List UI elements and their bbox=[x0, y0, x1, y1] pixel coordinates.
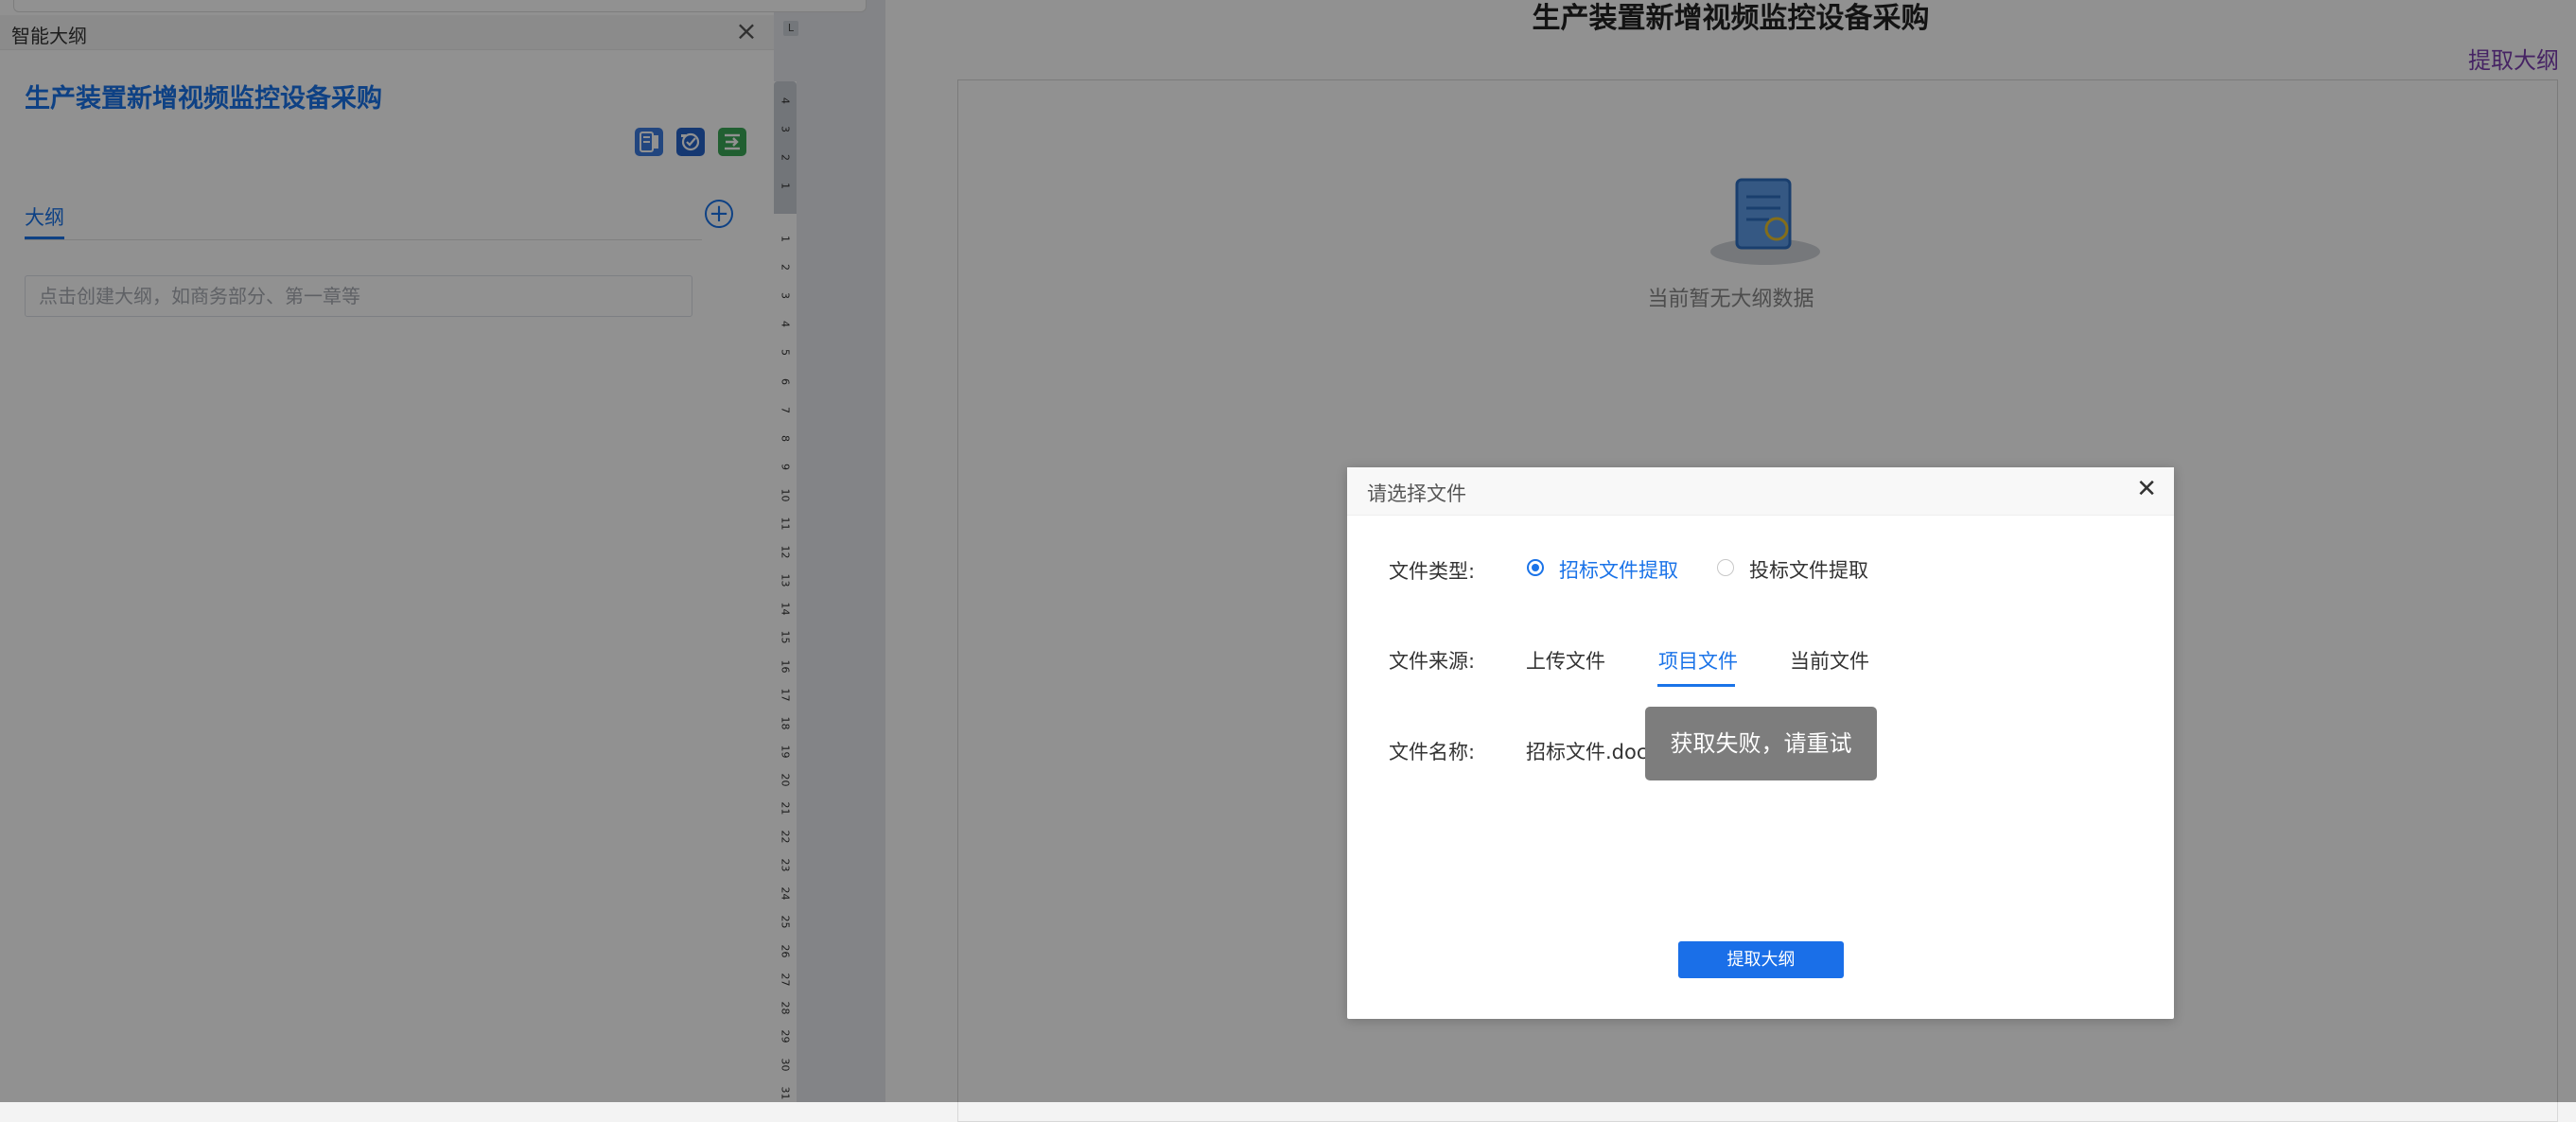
radio-bid-extract-label[interactable]: 投标文件提取 bbox=[1749, 555, 1868, 584]
tab-project-file[interactable]: 项目文件 bbox=[1658, 646, 1738, 675]
tab-upload-file[interactable]: 上传文件 bbox=[1526, 646, 1605, 675]
radio-tender-extract-label[interactable]: 招标文件提取 bbox=[1559, 555, 1678, 584]
extract-outline-button[interactable]: 提取大纲 bbox=[1678, 941, 1844, 978]
file-name-label: 文件名称: bbox=[1389, 741, 1476, 763]
tab-active-indicator bbox=[1657, 684, 1735, 687]
file-source-label: 文件来源: bbox=[1389, 650, 1476, 673]
error-toast: 获取失败，请重试 bbox=[1645, 707, 1877, 780]
modal-overlay[interactable] bbox=[0, 0, 2576, 1102]
radio-bid-extract[interactable] bbox=[1717, 559, 1734, 576]
tab-current-file[interactable]: 当前文件 bbox=[1790, 646, 1869, 675]
file-type-label: 文件类型: bbox=[1389, 560, 1476, 583]
radio-tender-extract[interactable] bbox=[1527, 559, 1544, 576]
select-file-dialog: 请选择文件 ✕ 文件类型: 招标文件提取 投标文件提取 文件来源: 上传文件 项… bbox=[1347, 467, 2174, 1019]
dialog-header: 请选择文件 ✕ bbox=[1347, 467, 2174, 516]
close-icon[interactable]: ✕ bbox=[2136, 475, 2157, 503]
file-name-value[interactable]: 招标文件.docx bbox=[1526, 737, 1659, 765]
dialog-title: 请选择文件 bbox=[1367, 482, 1466, 505]
